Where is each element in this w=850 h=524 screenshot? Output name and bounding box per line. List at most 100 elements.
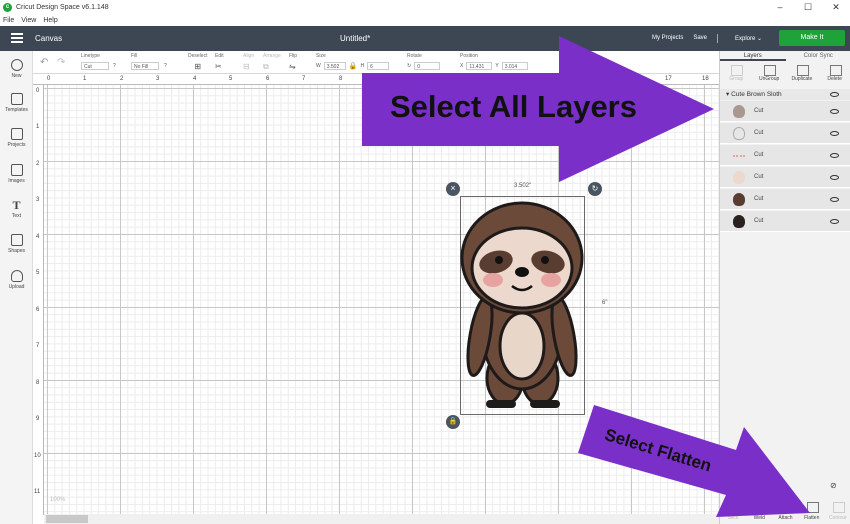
tab-layers[interactable]: Layers [720, 51, 786, 61]
layer-name: Cut [754, 218, 764, 224]
visibility-eye-icon[interactable] [830, 219, 839, 224]
flip-label: Flip [289, 53, 298, 59]
linetype-select[interactable]: Cut [81, 62, 109, 70]
align-label: Align [243, 53, 255, 59]
align-button[interactable]: Align ⊟ [243, 53, 254, 71]
text-button[interactable]: T Text [0, 199, 33, 219]
layer-row[interactable]: Cut [720, 123, 850, 144]
make-it-button[interactable]: Make It [779, 30, 845, 46]
visibility-eye-icon[interactable] [830, 131, 839, 136]
height-dimension: 6" [602, 300, 608, 306]
layer-group-header[interactable]: ▾ Cute Brown Sloth [720, 89, 850, 100]
visibility-eye-icon[interactable] [830, 153, 839, 158]
window-title: Cricut Design Space v6.1.148 [16, 4, 109, 11]
scrollbar-thumb[interactable] [46, 515, 88, 523]
fill-label: Fill [131, 53, 138, 59]
layer-name: Cut [754, 196, 764, 202]
layer-row[interactable]: Cut [720, 189, 850, 210]
header-divider [717, 34, 719, 43]
linetype-control: Linetype Cut [81, 53, 109, 70]
upload-label: Upload [8, 284, 25, 290]
visibility-eye-icon[interactable] [830, 197, 839, 202]
layer-row[interactable]: Cut [720, 101, 850, 122]
ruler-tick: 2 [36, 161, 40, 167]
visibility-eye-icon[interactable] [830, 92, 839, 97]
templates-label: Templates [5, 107, 28, 113]
upload-cloud-icon [10, 270, 23, 282]
ruler-tick: 6 [266, 76, 270, 82]
ruler-tick: 6 [36, 307, 40, 313]
fill-select[interactable]: No Fill [131, 62, 159, 70]
zoom-level[interactable]: 100% [50, 497, 65, 503]
chevron-down-icon[interactable]: ▾ [726, 91, 729, 98]
ruler-tick: 0 [47, 76, 51, 82]
arrange-label: Arrange [263, 53, 281, 59]
menu-help[interactable]: Help [43, 17, 57, 24]
shapes-icon [10, 234, 23, 246]
maximize-button[interactable]: ☐ [794, 0, 822, 15]
ruler-tick: 1 [36, 124, 40, 130]
ruler-tick: 5 [229, 76, 233, 82]
window-controls: – ☐ ✕ [766, 0, 850, 15]
flip-button[interactable]: Flip ⇋ [289, 53, 297, 71]
duplicate-button[interactable]: Duplicate [786, 63, 819, 87]
group-name: Cute Brown Sloth [731, 91, 782, 98]
hide-contour-icon[interactable]: ⊘ [830, 481, 837, 490]
arrange-icon: ⧉ [263, 62, 269, 71]
text-label: Text [11, 213, 22, 219]
ruler-tick: 3 [36, 197, 40, 203]
undo-button[interactable]: ↶ [40, 57, 48, 68]
contour-button[interactable]: Contour [825, 496, 850, 524]
redo-button[interactable]: ↷ [57, 57, 65, 68]
section-title: Canvas [35, 34, 63, 43]
shapes-button[interactable]: Shapes [0, 234, 33, 254]
templates-button[interactable]: Templates [0, 93, 33, 113]
edit-button[interactable]: Edit ✂ [215, 53, 224, 71]
linetype-label: Linetype [81, 53, 100, 59]
ruler-tick: 4 [193, 76, 197, 82]
tab-color-sync[interactable]: Color Sync [786, 51, 850, 61]
help-icon: ? [113, 63, 116, 69]
edit-label: Edit [215, 53, 224, 59]
delete-button[interactable]: Delete [818, 63, 850, 87]
lock-ratio-icon[interactable]: 🔒 [349, 62, 358, 70]
menu-file[interactable]: File [3, 17, 14, 24]
callout-text: Select All Layers [390, 89, 637, 124]
ruler-tick: 8 [339, 76, 343, 82]
close-window-button[interactable]: ✕ [822, 0, 850, 15]
ruler-tick: 0 [36, 88, 40, 94]
app-logo-icon: c [3, 3, 12, 12]
ruler-tick: 2 [120, 76, 124, 82]
visibility-eye-icon[interactable] [830, 175, 839, 180]
sloth-image[interactable] [460, 196, 585, 415]
hamburger-menu-icon[interactable] [11, 33, 23, 43]
layer-row[interactable]: Cut [720, 145, 850, 166]
image-icon [10, 164, 23, 176]
arrange-button[interactable]: Arrange ⧉ [263, 53, 281, 72]
new-button[interactable]: New [0, 59, 33, 79]
edit-icon: ✂ [215, 62, 222, 71]
new-label: New [11, 73, 22, 79]
linetype-help-button[interactable]: ? [113, 63, 116, 69]
shapes-label: Shapes [8, 248, 25, 254]
layer-row[interactable]: Cut [720, 167, 850, 188]
lock-handle-icon[interactable]: 🔒 [446, 415, 460, 429]
fill-help-button[interactable]: ? [164, 63, 167, 69]
window-titlebar: c Cricut Design Space v6.1.148 – ☐ ✕ [0, 0, 850, 15]
explore-dropdown[interactable]: Explore ⌄ [735, 35, 762, 42]
width-input[interactable]: 3.502 [323, 62, 346, 70]
deselect-button[interactable]: Deselect ⊞ [188, 53, 207, 71]
projects-button[interactable]: Projects [0, 128, 33, 148]
deselect-icon: ⊞ [194, 62, 202, 71]
images-button[interactable]: Images [0, 164, 33, 184]
ruler-tick: 5 [36, 270, 40, 276]
layer-row[interactable]: Cut [720, 211, 850, 232]
visibility-eye-icon[interactable] [830, 109, 839, 114]
group-button[interactable]: Group [720, 63, 753, 87]
callout-select-flatten: Select Flatten [576, 405, 816, 520]
ruler-tick: 7 [36, 343, 40, 349]
menu-view[interactable]: View [21, 17, 36, 24]
ungroup-button[interactable]: UnGroup [753, 63, 786, 87]
upload-button[interactable]: Upload [0, 270, 33, 290]
minimize-button[interactable]: – [766, 0, 794, 15]
